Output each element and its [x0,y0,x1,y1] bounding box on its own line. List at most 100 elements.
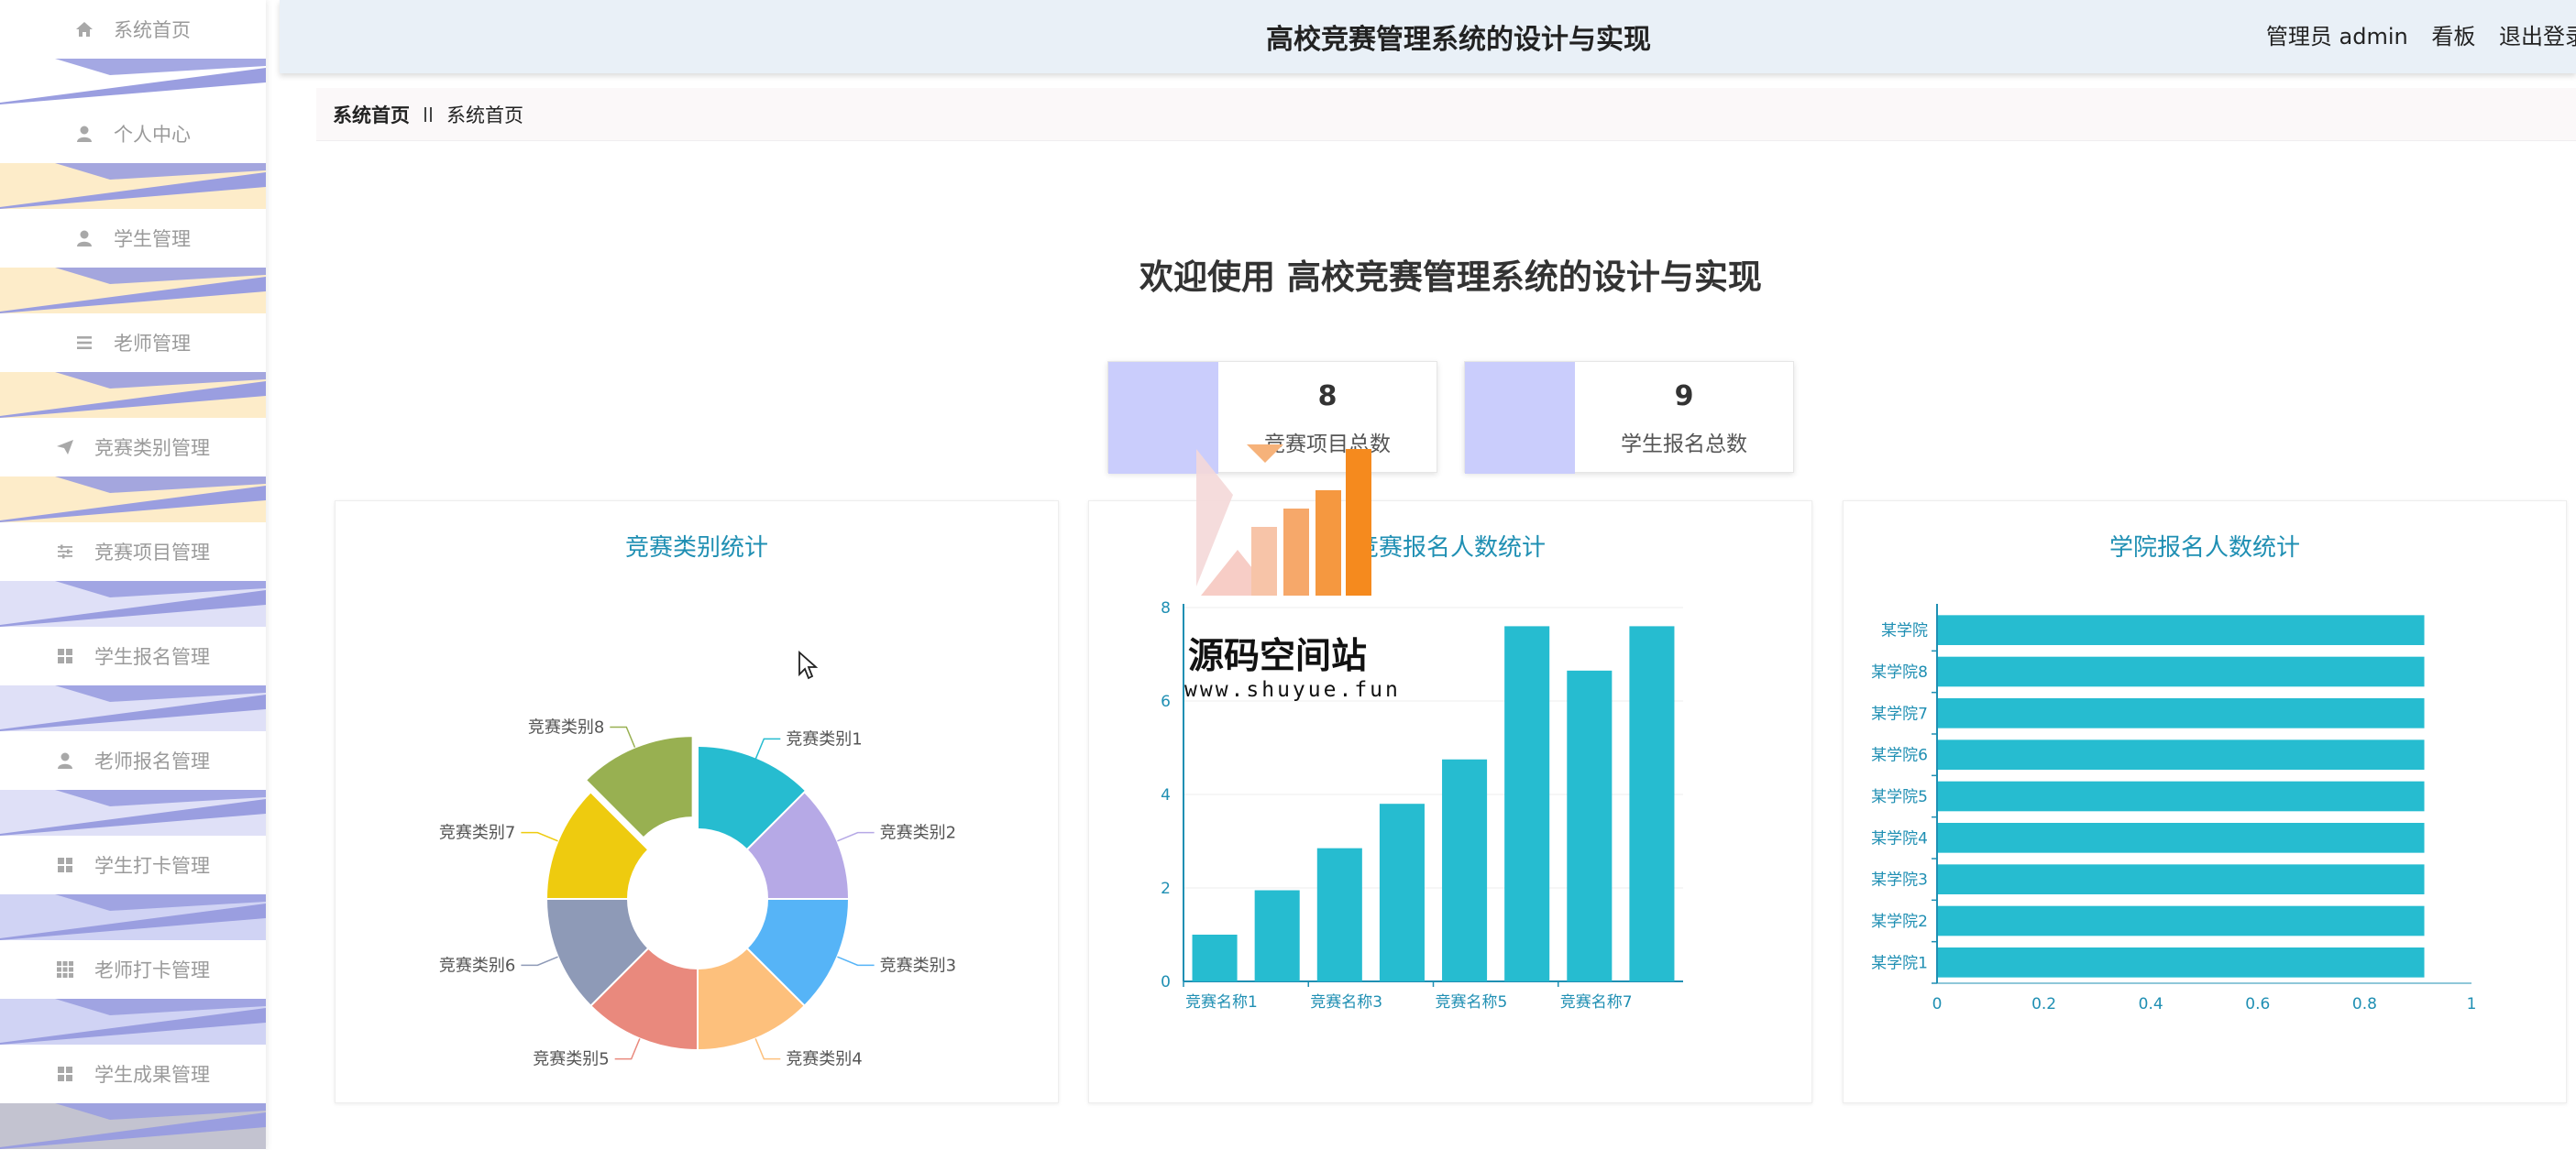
sidebar-item-row[interactable]: 学生管理 [0,209,266,268]
sidebar-item[interactable]: 老师报名管理 [0,731,266,836]
bar[interactable] [1629,626,1675,981]
pie-label: 竞赛类别6 [439,956,515,975]
hbar[interactable] [1938,698,2425,728]
sidebar-item[interactable]: 学生管理 [0,209,266,313]
bar[interactable] [1254,890,1300,981]
sidebar-item-row[interactable]: 学生成果管理 [0,1045,266,1103]
stat-card-signups: 9 学生报名总数 [1464,361,1794,474]
sidebar-item-label: 学生成果管理 [94,1064,210,1086]
sidebar-item[interactable]: 老师打卡管理 [0,940,266,1045]
sidebar-item-row[interactable]: 老师打卡管理 [0,940,266,999]
watermark-url: www.shuyue.fun [1184,678,1401,702]
pie-label: 竞赛类别2 [880,824,956,843]
sidebar-item[interactable]: 学生成果管理 [0,1045,266,1149]
sidebar-item-label: 竞赛类别管理 [94,437,210,459]
sidebar-item-label: 个人中心 [114,124,191,146]
sidebar-item-label: 学生打卡管理 [94,855,210,877]
sidebar-item-row[interactable]: 学生报名管理 [0,627,266,685]
sidebar-decoration [0,894,266,940]
hbar[interactable] [1938,864,2425,894]
app-root: 系统首页个人中心学生管理老师管理竞赛类别管理 竞赛项目管理学生报名管理老师报名管理… [0,0,2576,1150]
sidebar-item[interactable]: 竞赛类别管理 [0,418,266,522]
sidebar-decoration [0,685,266,731]
x-tick-label: 0.6 [2245,995,2270,1013]
pie-leader-line [837,956,875,967]
user-icon [56,751,74,770]
pie-label: 竞赛类别5 [533,1050,609,1069]
hbar[interactable] [1938,781,2425,812]
hbar[interactable] [1938,739,2425,770]
x-tick-label: 0.2 [2031,995,2056,1013]
stat-label: 学生报名总数 [1621,433,1747,456]
bar[interactable] [1504,626,1550,981]
x-tick-label: 竞赛名称1 [1185,992,1258,1012]
x-tick-label: 竞赛名称5 [1436,992,1508,1012]
sidebar-item-row[interactable]: 老师管理 [0,313,266,372]
sidebar-item-label: 老师报名管理 [94,750,210,772]
student-icon [75,229,94,247]
x-tick-label: 1 [2467,995,2477,1013]
user-icon [75,125,94,143]
y-tick-label: 某学院4 [1871,829,1928,848]
sidebar-decoration [0,163,266,209]
bar[interactable] [1316,848,1362,981]
sidebar-item-row[interactable]: 老师报名管理 [0,731,266,790]
pie-label: 竞赛类别7 [439,824,515,843]
y-tick-label: 某学院2 [1871,913,1928,931]
sidebar-item[interactable]: 系统首页 [0,0,266,104]
chart-title: 竞赛类别统计 [624,534,768,562]
sidebar-item-row[interactable]: 学生打卡管理 [0,836,266,894]
bar[interactable] [1442,759,1488,981]
breadcrumb-home[interactable]: 系统首页 [333,101,410,128]
x-tick-label: 0.4 [2139,995,2163,1013]
x-tick-label: 竞赛名称7 [1560,992,1633,1012]
hbar[interactable] [1938,823,2425,853]
mouse-cursor-icon [798,651,818,680]
pie-leader-line [754,738,781,760]
x-tick-label: 0.8 [2352,995,2377,1013]
logout-link[interactable]: 退出登录 [2499,24,2576,49]
sidebar-item-row[interactable]: 系统首页 [0,0,266,59]
sidebar-item-label: 竞赛项目管理 [94,542,210,564]
pie-leader-line [614,1038,641,1060]
sidebar-item-row[interactable]: 个人中心 [0,104,266,163]
bar[interactable] [1379,804,1425,981]
pie-leader-line [754,1038,781,1060]
sidebar-item[interactable]: 竞赛项目管理 [0,522,266,627]
y-tick-label: 8 [1161,599,1171,618]
y-tick-label: 某学院 [1881,622,1928,641]
y-tick-label: 某学院8 [1871,663,1928,682]
bar[interactable] [1567,670,1613,981]
watermark-text: 源码空间站 [1188,636,1368,677]
pie-label: 竞赛类别1 [786,729,862,749]
hbar[interactable] [1938,905,2425,936]
pie-leader-line [521,831,558,842]
list-icon [75,334,94,352]
sidebar: 系统首页个人中心学生管理老师管理竞赛类别管理 竞赛项目管理学生报名管理老师报名管理… [0,0,266,1150]
sidebar-item[interactable]: 学生报名管理 [0,627,266,731]
sidebar-item[interactable]: 学生打卡管理 [0,836,266,940]
pie-leader-line [837,831,875,842]
hbar[interactable] [1938,615,2425,645]
sidebar-item-label: 老师管理 [114,333,191,355]
board-link[interactable]: 看板 [2431,24,2475,49]
y-tick-label: 某学院6 [1871,747,1928,765]
sidebar-decoration [0,268,266,313]
sidebar-item[interactable]: 老师管理 [0,313,266,418]
sliders-icon [56,542,74,561]
hbar[interactable] [1938,947,2425,978]
sidebar-item-label: 老师打卡管理 [94,959,210,981]
hbar[interactable] [1938,656,2425,687]
sidebar-item-row[interactable]: 竞赛项目管理 [0,522,266,581]
sidebar-item-label: 系统首页 [114,19,191,41]
sidebar-item-row[interactable]: 竞赛类别管理 [0,418,266,476]
sidebar-decoration [0,476,266,522]
grid9-icon [56,960,74,979]
top-header: 高校竞赛管理系统的设计与实现 管理员 admin 看板 退出登录 [280,0,2576,73]
welcome-heading: 欢迎使用 高校竞赛管理系统的设计与实现 [1139,257,1762,297]
bar[interactable] [1192,935,1238,981]
grid-icon [56,1065,74,1083]
sidebar-decoration [0,372,266,418]
header-actions: 管理员 admin 看板 退出登录 [2250,18,2576,50]
sidebar-item[interactable]: 个人中心 [0,104,266,209]
